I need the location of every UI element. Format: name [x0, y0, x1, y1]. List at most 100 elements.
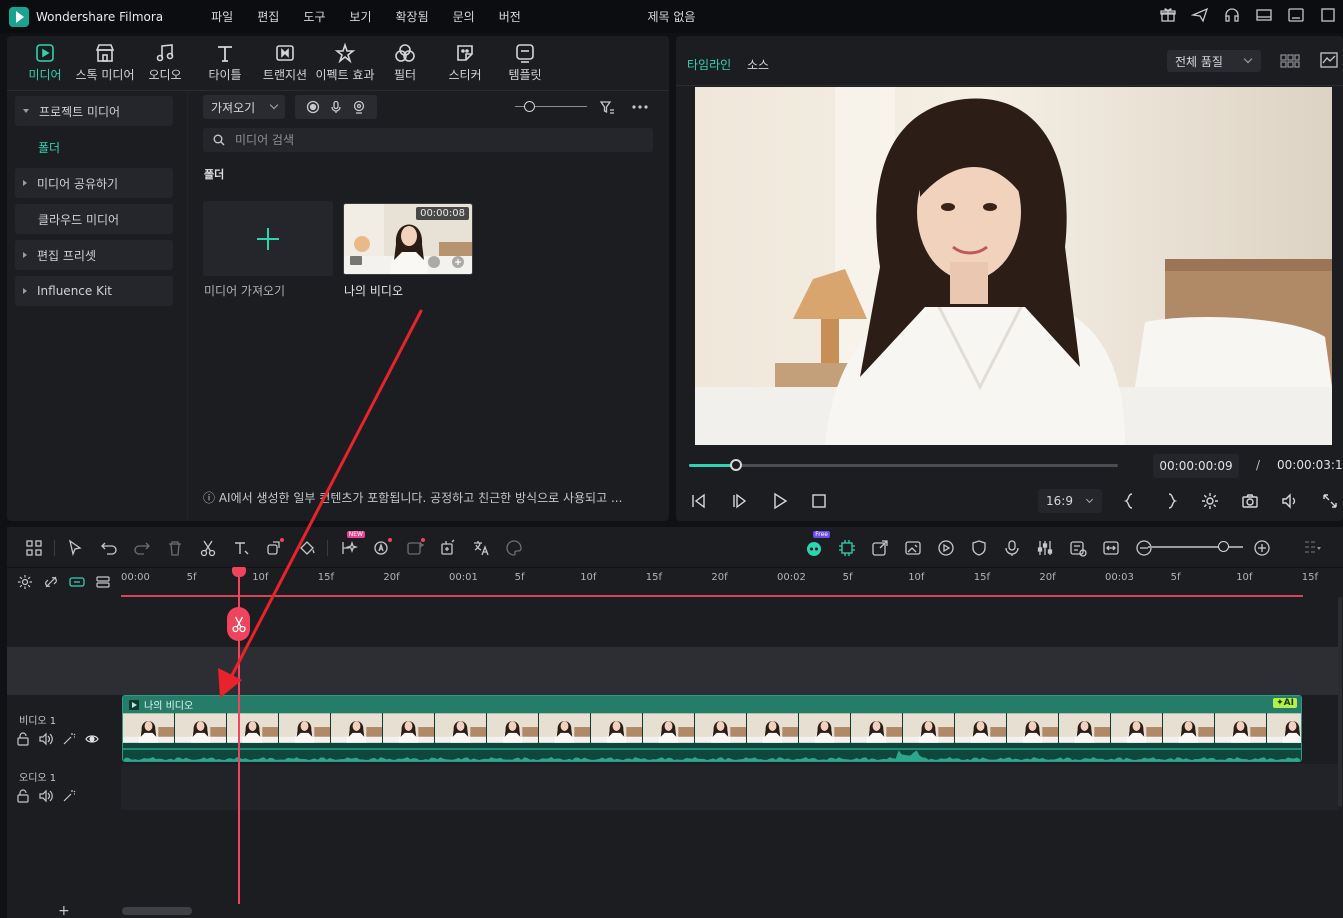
- tab-titles[interactable]: 타이틀: [195, 42, 255, 84]
- magic-wand-icon[interactable]: [62, 789, 76, 803]
- voiceover-button[interactable]: [995, 537, 1028, 559]
- auto-caption-button[interactable]: [1061, 537, 1094, 559]
- video-viewer[interactable]: [695, 87, 1332, 445]
- tab-source-preview[interactable]: 소스: [747, 56, 769, 73]
- snapshot-camera-icon[interactable]: [1241, 492, 1259, 510]
- timeline-vertical-scrollbar[interactable]: [1338, 597, 1342, 807]
- tab-media[interactable]: 미디어: [15, 42, 75, 84]
- menu-version[interactable]: 버전: [487, 8, 533, 25]
- ai-clip-button[interactable]: [431, 537, 464, 559]
- track-manager-icon[interactable]: [95, 574, 111, 590]
- scope-chart-icon[interactable]: [1320, 52, 1338, 68]
- next-frame-icon[interactable]: [731, 492, 749, 510]
- mark-out-icon[interactable]: [1162, 492, 1180, 510]
- time-ruler[interactable]: 00:00 5f 10f 15f 20f 00:01 5f 10f 15f 20f 00:02 5f 1…: [121, 568, 1343, 598]
- split-button[interactable]: [191, 537, 224, 559]
- ai-copilot-button[interactable]: Free: [797, 531, 830, 559]
- color-button[interactable]: [290, 537, 323, 559]
- tab-stickers[interactable]: 스티커: [435, 42, 495, 84]
- text-button[interactable]: [224, 537, 257, 559]
- play-icon[interactable]: [771, 492, 789, 510]
- fit-timeline-button[interactable]: [1094, 537, 1127, 559]
- microphone-icon[interactable]: [329, 100, 343, 114]
- eye-icon[interactable]: [85, 732, 99, 746]
- tab-filters[interactable]: 필터: [375, 42, 435, 84]
- headset-icon[interactable]: [1223, 6, 1241, 24]
- split-at-playhead-button[interactable]: [227, 607, 250, 641]
- menu-edit[interactable]: 편집: [245, 8, 291, 25]
- video-clip[interactable]: 나의 비디오 ✦AI: [122, 695, 1302, 762]
- import-media-tile[interactable]: [203, 201, 333, 276]
- ai-tools-button[interactable]: NEW: [332, 531, 365, 559]
- sidebar-item-cloud-media[interactable]: 클라우드 미디어: [15, 204, 173, 234]
- zoom-out-button[interactable]: [1127, 537, 1160, 559]
- tab-stock-media[interactable]: 스톡 미디어: [75, 42, 135, 84]
- sidebar-item-edit-presets[interactable]: 편집 프리셋: [15, 240, 173, 270]
- more-options-icon[interactable]: [631, 99, 649, 115]
- zoom-in-button[interactable]: [1245, 537, 1278, 559]
- layout-button[interactable]: [17, 537, 50, 559]
- menu-view[interactable]: 보기: [337, 8, 383, 25]
- maximize-icon[interactable]: [1319, 6, 1337, 24]
- speaker-icon[interactable]: [39, 732, 53, 746]
- undo-button[interactable]: [92, 537, 125, 559]
- fullscreen-icon[interactable]: [1321, 492, 1339, 510]
- sidebar-item-project-media[interactable]: 프로젝트 미디어: [15, 96, 173, 126]
- tab-templates[interactable]: 템플릿: [495, 42, 555, 84]
- tab-effects[interactable]: 이펙트 효과: [315, 42, 375, 84]
- image-adjust-button[interactable]: [896, 537, 929, 559]
- ai-image-button[interactable]: [398, 537, 431, 559]
- playback-quality-select[interactable]: 전체 품질: [1167, 50, 1261, 72]
- menu-extensions[interactable]: 확장됨: [384, 8, 441, 25]
- render-settings-icon[interactable]: [1201, 492, 1219, 510]
- sidebar-item-shared-media[interactable]: 미디어 공유하기: [15, 168, 173, 198]
- aspect-ratio-select[interactable]: 16:9: [1038, 489, 1102, 513]
- timeline-zoom-slider-knob[interactable]: [1218, 541, 1229, 552]
- record-screen-icon[interactable]: [306, 100, 320, 114]
- playback-progress-knob[interactable]: [730, 459, 743, 471]
- audio-mixer-button[interactable]: [1028, 537, 1061, 559]
- grid-view-icon[interactable]: [1280, 53, 1300, 69]
- crop-button[interactable]: [257, 537, 290, 559]
- select-tool-button[interactable]: [59, 537, 92, 559]
- gift-icon[interactable]: [1159, 6, 1177, 24]
- prev-frame-icon[interactable]: [690, 492, 708, 510]
- add-track-button[interactable]: +: [58, 903, 70, 918]
- sidebar-item-folder[interactable]: 폴더: [15, 132, 173, 162]
- stop-icon[interactable]: [810, 492, 828, 510]
- auto-reframe-button[interactable]: [830, 537, 863, 559]
- menu-file[interactable]: 파일: [199, 8, 245, 25]
- timeline-settings-button[interactable]: [1295, 537, 1328, 559]
- redo-button[interactable]: [125, 537, 158, 559]
- thumbnail-zoom-slider-knob[interactable]: [524, 101, 535, 112]
- minimize-icon[interactable]: [1287, 6, 1305, 24]
- send-icon[interactable]: [1191, 6, 1209, 24]
- playhead-handle[interactable]: [232, 567, 246, 577]
- speed-button[interactable]: [929, 537, 962, 559]
- filter-funnel-icon[interactable]: [599, 99, 615, 115]
- timeline-horizontal-scrollbar[interactable]: [122, 907, 192, 915]
- ai-audio-button[interactable]: [365, 537, 398, 559]
- video-thumbnail[interactable]: 00:00:08: [343, 203, 473, 275]
- volume-icon[interactable]: [1281, 492, 1299, 510]
- tab-audio[interactable]: 오디오: [135, 42, 195, 84]
- magic-wand-icon[interactable]: [62, 732, 76, 746]
- current-timecode[interactable]: 00:00:00:09: [1153, 454, 1239, 478]
- mark-in-icon[interactable]: [1121, 492, 1139, 510]
- window-layout-icon[interactable]: [1255, 6, 1273, 24]
- lock-icon[interactable]: [16, 732, 30, 746]
- search-input[interactable]: [235, 133, 635, 147]
- menu-tools[interactable]: 도구: [291, 8, 337, 25]
- tab-transitions[interactable]: 트랜지션: [255, 42, 315, 84]
- translate-button[interactable]: [464, 537, 497, 559]
- mask-button[interactable]: [962, 537, 995, 559]
- delete-button[interactable]: [158, 537, 191, 559]
- link-icon[interactable]: [69, 574, 85, 590]
- track-settings-gear-icon[interactable]: [17, 574, 33, 590]
- unlink-icon[interactable]: [43, 574, 59, 590]
- webcam-icon[interactable]: [352, 100, 366, 114]
- lock-icon[interactable]: [16, 789, 30, 803]
- menu-help[interactable]: 문의: [441, 8, 487, 25]
- export-clip-button[interactable]: [863, 537, 896, 559]
- import-dropdown-button[interactable]: 가져오기: [203, 95, 285, 119]
